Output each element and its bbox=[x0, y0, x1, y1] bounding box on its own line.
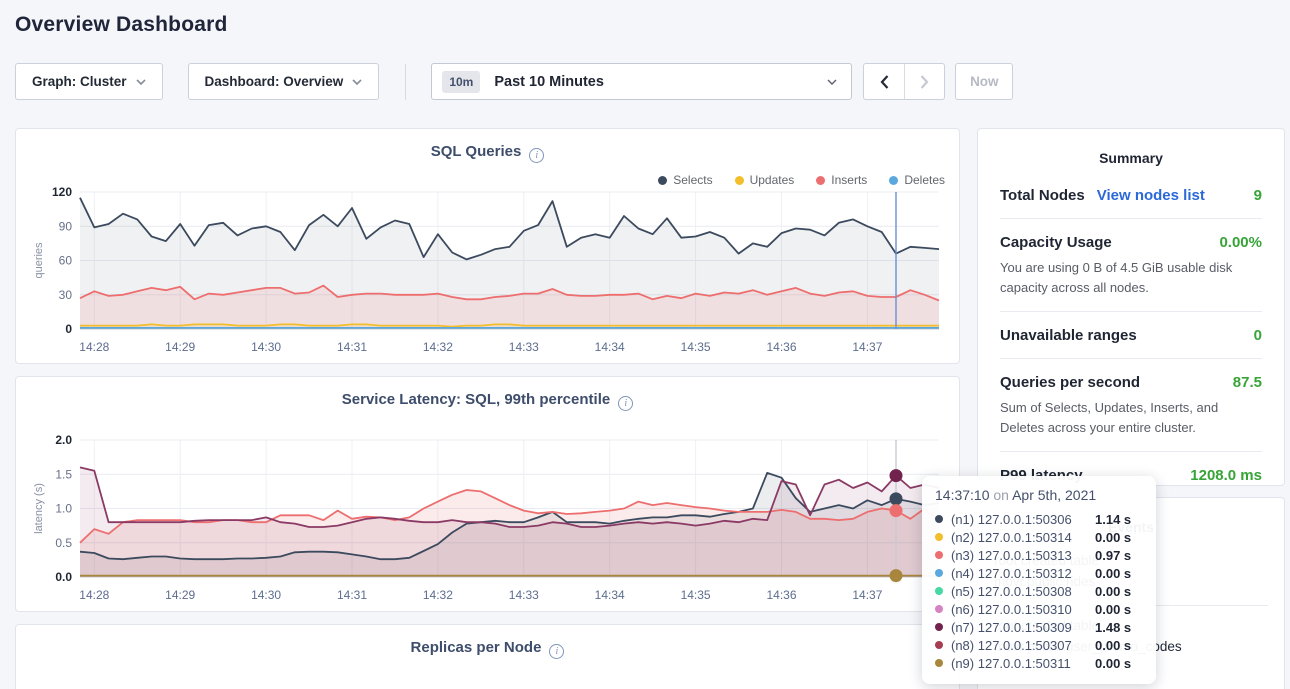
tooltip-rows: (n1) 127.0.0.1:503061.14 s(n2) 127.0.0.1… bbox=[935, 510, 1143, 672]
summary-row-qps: Queries per second 87.5 Sum of Selects, … bbox=[1000, 359, 1262, 452]
tooltip-row: (n3) 127.0.0.1:503130.97 s bbox=[935, 546, 1143, 564]
series-dot bbox=[935, 569, 943, 577]
svg-text:14:30: 14:30 bbox=[251, 588, 281, 602]
svg-text:0.5: 0.5 bbox=[55, 536, 72, 550]
series-dot bbox=[935, 551, 943, 559]
sql-queries-chart[interactable]: 0 30 60 90 120 14:28 14:29 14:30 14:31 14:32 14:33… bbox=[28, 182, 949, 360]
total-nodes-value: 9 bbox=[1254, 187, 1262, 204]
series-dot bbox=[935, 515, 943, 523]
svg-text:14:34: 14:34 bbox=[595, 340, 625, 354]
service-latency-title: Service Latency: SQL, 99th percentilei bbox=[28, 389, 947, 411]
series-dot bbox=[935, 641, 943, 649]
now-button[interactable]: Now bbox=[955, 63, 1013, 100]
time-nav-group bbox=[863, 63, 945, 100]
sql-queries-panel: SQL Queriesi Selects Updates Inserts Del… bbox=[15, 128, 960, 364]
summary-row-total-nodes: Total Nodes View nodes list 9 bbox=[1000, 172, 1262, 219]
series-dot bbox=[935, 587, 943, 595]
view-nodes-list-link[interactable]: View nodes list bbox=[1097, 187, 1205, 204]
info-icon[interactable]: i bbox=[618, 396, 633, 411]
info-icon[interactable]: i bbox=[549, 644, 564, 659]
summary-row-capacity-usage: Capacity Usage 0.00% You are using 0 B o… bbox=[1000, 219, 1262, 312]
svg-text:60: 60 bbox=[59, 254, 73, 268]
time-next-button[interactable] bbox=[904, 64, 944, 99]
svg-text:1.5: 1.5 bbox=[55, 467, 72, 481]
graph-selector-dropdown[interactable]: Graph: Cluster bbox=[15, 63, 163, 100]
time-range-badge: 10m bbox=[442, 71, 480, 93]
svg-text:latency (s): latency (s) bbox=[33, 483, 45, 534]
tooltip-row: (n2) 127.0.0.1:503140.00 s bbox=[935, 528, 1143, 546]
svg-text:30: 30 bbox=[59, 288, 73, 302]
graph-selector-label: Graph: Cluster bbox=[32, 74, 127, 89]
summary-panel: Summary Total Nodes View nodes list 9 Ca… bbox=[977, 128, 1285, 486]
svg-text:14:28: 14:28 bbox=[79, 340, 109, 354]
unavailable-ranges-value: 0 bbox=[1254, 327, 1262, 344]
p99-latency-value: 1208.0 ms bbox=[1190, 467, 1262, 484]
time-prev-button[interactable] bbox=[864, 64, 904, 99]
chevron-right-icon bbox=[920, 75, 929, 89]
replicas-per-node-panel: Replicas per Nodei bbox=[15, 624, 960, 689]
svg-text:1.0: 1.0 bbox=[55, 502, 72, 516]
svg-text:14:28: 14:28 bbox=[79, 588, 109, 602]
svg-text:14:35: 14:35 bbox=[681, 340, 711, 354]
toolbar-divider bbox=[405, 64, 406, 100]
svg-text:14:36: 14:36 bbox=[766, 588, 796, 602]
svg-text:14:29: 14:29 bbox=[165, 340, 195, 354]
svg-text:14:35: 14:35 bbox=[681, 588, 711, 602]
svg-text:2.0: 2.0 bbox=[55, 433, 72, 447]
series-dot bbox=[935, 533, 943, 541]
qps-value: 87.5 bbox=[1233, 374, 1262, 391]
svg-text:120: 120 bbox=[52, 185, 72, 199]
svg-text:14:30: 14:30 bbox=[251, 340, 281, 354]
chevron-left-icon bbox=[880, 75, 889, 89]
service-latency-panel: Service Latency: SQL, 99th percentilei 0… bbox=[15, 376, 960, 612]
page-title: Overview Dashboard bbox=[15, 13, 1285, 37]
service-latency-chart[interactable]: 0.0 0.5 1.0 1.5 2.0 14:28 14:29 14:30 14:31 14:32… bbox=[28, 430, 949, 608]
svg-text:14:31: 14:31 bbox=[337, 340, 367, 354]
time-range-picker[interactable]: 10m Past 10 Minutes bbox=[431, 63, 852, 100]
overview-dashboard-page: Overview Dashboard Graph: Cluster Dashbo… bbox=[0, 0, 1290, 689]
sql-queries-title: SQL Queriesi bbox=[28, 141, 947, 163]
tooltip-row: (n4) 127.0.0.1:503120.00 s bbox=[935, 564, 1143, 582]
capacity-usage-value: 0.00% bbox=[1219, 234, 1262, 251]
tooltip-row: (n9) 127.0.0.1:503110.00 s bbox=[935, 654, 1143, 672]
toolbar: Graph: Cluster Dashboard: Overview 10m P… bbox=[15, 63, 1285, 100]
svg-text:14:32: 14:32 bbox=[423, 340, 453, 354]
svg-text:14:37: 14:37 bbox=[852, 588, 882, 602]
info-icon[interactable]: i bbox=[529, 148, 544, 163]
tooltip-timestamp: 14:37:10 on Apr 5th, 2021 bbox=[935, 487, 1143, 503]
chart-hover-tooltip: 14:37:10 on Apr 5th, 2021 (n1) 127.0.0.1… bbox=[922, 476, 1156, 684]
chevron-down-icon bbox=[352, 79, 362, 85]
svg-text:14:37: 14:37 bbox=[852, 340, 882, 354]
series-dot bbox=[935, 623, 943, 631]
svg-text:0.0: 0.0 bbox=[55, 570, 72, 584]
time-range-label: Past 10 Minutes bbox=[494, 74, 827, 90]
svg-text:queries: queries bbox=[33, 242, 45, 279]
svg-text:0: 0 bbox=[65, 322, 72, 336]
svg-text:14:36: 14:36 bbox=[766, 340, 796, 354]
dashboard-selector-dropdown[interactable]: Dashboard: Overview bbox=[188, 63, 380, 100]
tooltip-row: (n8) 127.0.0.1:503070.00 s bbox=[935, 636, 1143, 654]
tooltip-row: (n6) 127.0.0.1:503100.00 s bbox=[935, 600, 1143, 618]
dashboard-selector-label: Dashboard: Overview bbox=[205, 74, 344, 89]
svg-text:90: 90 bbox=[59, 219, 73, 233]
summary-title: Summary bbox=[1000, 129, 1262, 172]
svg-text:14:33: 14:33 bbox=[509, 588, 539, 602]
series-dot bbox=[935, 605, 943, 613]
tooltip-row: (n7) 127.0.0.1:503091.48 s bbox=[935, 618, 1143, 636]
charts-column: SQL Queriesi Selects Updates Inserts Del… bbox=[15, 128, 960, 689]
replicas-per-node-title: Replicas per Nodei bbox=[28, 637, 947, 659]
capacity-usage-desc: You are using 0 B of 4.5 GiB usable disk… bbox=[1000, 258, 1262, 297]
summary-row-unavailable-ranges: Unavailable ranges 0 bbox=[1000, 312, 1262, 359]
tooltip-row: (n1) 127.0.0.1:503061.14 s bbox=[935, 510, 1143, 528]
svg-text:14:33: 14:33 bbox=[509, 340, 539, 354]
series-dot bbox=[935, 659, 943, 667]
chevron-down-icon bbox=[136, 79, 146, 85]
chevron-down-icon bbox=[827, 79, 837, 85]
tooltip-row: (n5) 127.0.0.1:503080.00 s bbox=[935, 582, 1143, 600]
svg-text:14:29: 14:29 bbox=[165, 588, 195, 602]
svg-text:14:34: 14:34 bbox=[595, 588, 625, 602]
svg-text:14:31: 14:31 bbox=[337, 588, 367, 602]
svg-text:14:32: 14:32 bbox=[423, 588, 453, 602]
qps-desc: Sum of Selects, Updates, Inserts, and De… bbox=[1000, 398, 1262, 437]
